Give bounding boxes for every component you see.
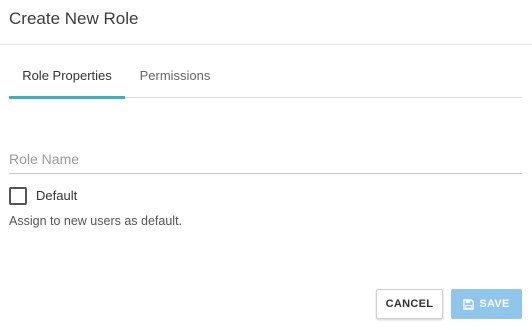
create-role-dialog: Create New Role Role Properties Permissi…: [0, 0, 532, 330]
dialog-title: Create New Role: [9, 9, 139, 28]
default-checkbox-row[interactable]: Default: [9, 186, 209, 206]
tab-permissions-label: Permissions: [139, 68, 211, 83]
default-checkbox-label: Default: [36, 188, 78, 203]
floppy-disk-icon: [463, 298, 475, 310]
save-button[interactable]: SAVE: [451, 289, 522, 319]
tab-role-properties-label: Role Properties: [22, 68, 112, 83]
role-name-input[interactable]: [9, 148, 522, 170]
tab-role-properties[interactable]: Role Properties: [9, 60, 125, 99]
cancel-button-label: CANCEL: [385, 298, 434, 310]
active-tab-indicator: [9, 96, 125, 99]
cancel-button[interactable]: CANCEL: [376, 289, 443, 319]
default-helper-text: Assign to new users as default.: [9, 214, 183, 228]
role-name-field: [9, 140, 522, 174]
default-checkbox[interactable]: [9, 187, 27, 205]
tab-bar: Role Properties Permissions: [9, 60, 522, 99]
dialog-header: Create New Role: [0, 0, 532, 45]
save-button-label: SAVE: [479, 298, 510, 310]
tab-permissions[interactable]: Permissions: [125, 60, 225, 98]
